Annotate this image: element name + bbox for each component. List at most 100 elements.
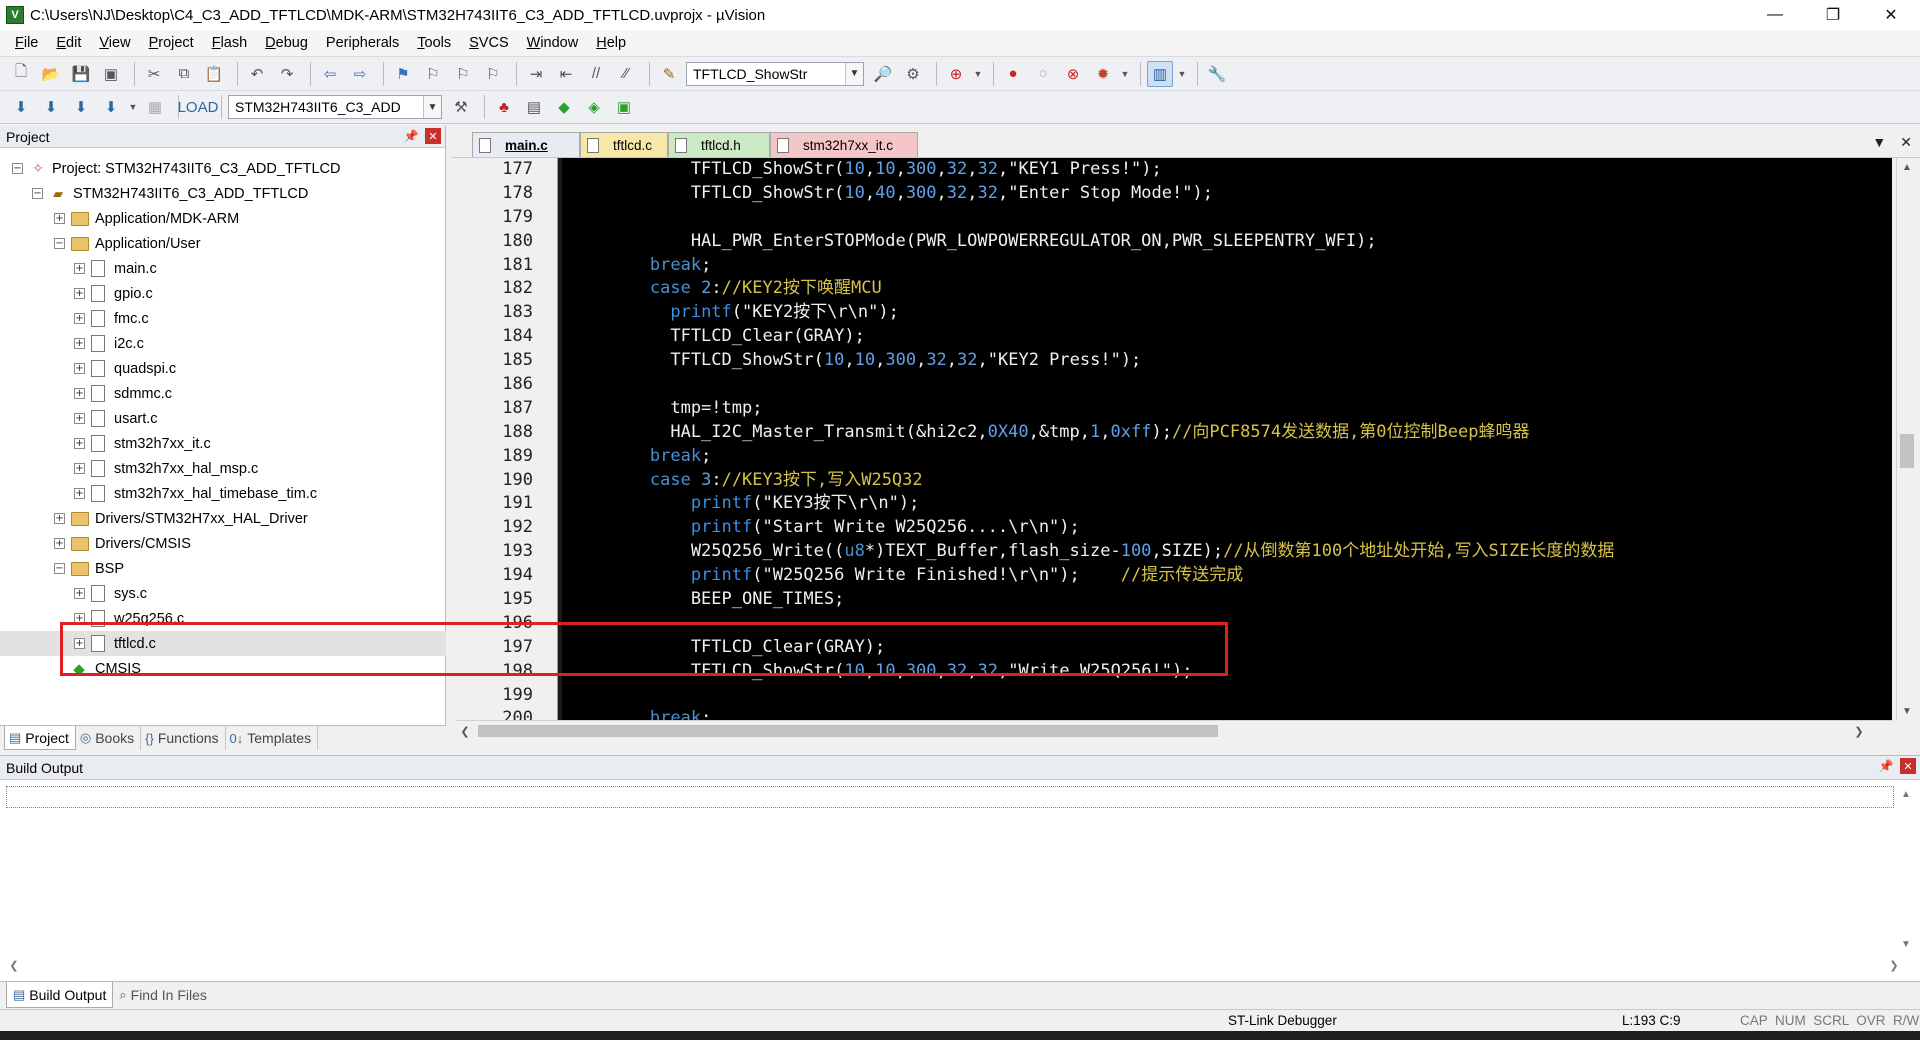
expand-icon[interactable]: + (74, 413, 85, 424)
next-bookmark-icon[interactable]: ⚐ (450, 61, 476, 87)
close-editor-icon[interactable]: ✕ (1900, 134, 1912, 151)
menu-tools[interactable]: Tools (408, 30, 460, 56)
configure-icon[interactable]: 🔧 (1204, 61, 1230, 87)
rebuild-icon[interactable]: ⬇ (68, 94, 94, 120)
maximize-button[interactable]: ❐ (1804, 0, 1862, 30)
batch-build-icon[interactable]: ⬇ (98, 94, 124, 120)
scroll-up-icon[interactable]: ▲ (1897, 158, 1917, 176)
menu-svcs[interactable]: SVCS (460, 30, 518, 56)
minimize-button[interactable]: — (1746, 0, 1804, 30)
expand-icon[interactable]: + (74, 313, 85, 324)
tab-stm32h7xx-it-c[interactable]: stm32h7xx_it.c (770, 132, 918, 157)
close-icon[interactable]: ✕ (1900, 758, 1916, 774)
bookmark-icon[interactable]: ⚑ (390, 61, 416, 87)
cut-icon[interactable]: ✂ (141, 61, 167, 87)
collapse-icon[interactable]: − (54, 563, 65, 574)
menu-peripherals[interactable]: Peripherals (317, 30, 408, 56)
unindent-icon[interactable]: ⇤ (553, 61, 579, 87)
expand-icon[interactable]: + (74, 463, 85, 474)
expand-icon[interactable]: + (74, 638, 85, 649)
chevron-down-icon[interactable]: ▼ (1120, 61, 1130, 87)
expand-icon[interactable]: + (74, 288, 85, 299)
kill-breakpoints-icon[interactable]: ✹ (1090, 61, 1116, 87)
editor-vertical-scrollbar[interactable]: ▲ ▼ (1896, 158, 1916, 720)
target-options-icon[interactable]: ⚒ (448, 94, 474, 120)
scroll-down-icon[interactable]: ▼ (1898, 936, 1914, 952)
tree-item[interactable]: + quadspi.c (0, 356, 446, 381)
select-packs-icon[interactable]: ▤ (521, 94, 547, 120)
menu-file[interactable]: File (6, 30, 47, 56)
tree-item[interactable]: + gpio.c (0, 281, 446, 306)
expand-icon[interactable]: + (74, 263, 85, 274)
expand-icon[interactable]: + (74, 388, 85, 399)
tree-item[interactable]: + w25q256.c (0, 606, 446, 631)
pin-icon[interactable]: 📌 (403, 128, 419, 144)
expand-icon[interactable]: + (74, 588, 85, 599)
download-icon[interactable]: LOAD (178, 94, 219, 120)
undo-icon[interactable]: ↶ (244, 61, 270, 87)
save-all-icon[interactable]: ▣ (98, 61, 124, 87)
window-layout-icon[interactable]: ▥ (1147, 60, 1173, 87)
tab-functions[interactable]: {} Functions (141, 726, 226, 750)
collapse-icon[interactable]: − (12, 163, 23, 174)
find-in-files-icon[interactable]: 🔎 (870, 61, 896, 87)
collapse-icon[interactable]: − (54, 238, 65, 249)
pin-icon[interactable]: 📌 (1878, 758, 1894, 774)
manage-rte-icon[interactable]: ◆ (551, 94, 577, 120)
tree-item[interactable]: − ✧ Project: STM32H743IIT6_C3_ADD_TFTLCD (0, 156, 446, 181)
tree-item[interactable]: + usart.c (0, 406, 446, 431)
close-icon[interactable]: ✕ (425, 128, 441, 144)
tree-item[interactable]: + sdmmc.c (0, 381, 446, 406)
redo-icon[interactable]: ↷ (274, 61, 300, 87)
build-icon[interactable]: ⬇ (38, 94, 64, 120)
menu-view[interactable]: View (90, 30, 139, 56)
chevron-down-icon[interactable]: ▼ (845, 62, 863, 85)
incremental-find-icon[interactable]: ⚙ (900, 61, 926, 87)
menu-window[interactable]: Window (518, 30, 588, 56)
tab-list-dropdown-icon[interactable]: ▼ (1872, 134, 1886, 151)
navigate-forward-icon[interactable]: ⇨ (347, 61, 373, 87)
tree-item[interactable]: + main.c (0, 256, 446, 281)
stop-build-icon[interactable]: ▦ (142, 94, 168, 120)
expand-icon[interactable]: + (74, 363, 85, 374)
chevron-down-icon[interactable]: ▼ (128, 94, 138, 120)
tab-project[interactable]: ▤ Project (4, 726, 76, 750)
tree-item[interactable]: − BSP (0, 556, 446, 581)
manage-project-items-icon[interactable]: ♣ (491, 94, 517, 120)
tree-item[interactable]: + sys.c (0, 581, 446, 606)
editor-horizontal-scrollbar[interactable]: ❮ ❯ (456, 720, 1892, 740)
prev-bookmark-icon[interactable]: ⚐ (420, 61, 446, 87)
tree-item[interactable]: + Drivers/CMSIS (0, 531, 446, 556)
tree-item[interactable]: − ▰ STM32H743IIT6_C3_ADD_TFTLCD (0, 181, 446, 206)
expand-icon[interactable]: + (74, 613, 85, 624)
menu-project[interactable]: Project (140, 30, 203, 56)
tab-build-output[interactable]: ▤ Build Output (6, 982, 114, 1008)
indent-icon[interactable]: ⇥ (523, 61, 549, 87)
expand-icon[interactable]: + (54, 213, 65, 224)
scroll-right-icon[interactable]: ❯ (1886, 956, 1902, 974)
disable-breakpoint-icon[interactable]: ○ (1030, 61, 1056, 87)
uncomment-icon[interactable]: ⁄⁄ (613, 61, 639, 87)
tree-item[interactable]: − Application/User (0, 231, 446, 256)
tree-item[interactable]: + stm32h7xx_it.c (0, 431, 446, 456)
expand-icon[interactable]: + (74, 438, 85, 449)
code-editor[interactable]: 177 178 179 180 181 182 183 184 185 186 187 188 189 1… (456, 158, 1892, 720)
tab-tftlcd-h[interactable]: tftlcd.h (668, 132, 770, 157)
tab-find-in-files[interactable]: ⌕ Find In Files (113, 982, 213, 1008)
tab-tftlcd-c[interactable]: tftlcd.c (580, 132, 668, 157)
tab-books[interactable]: ◎ Books (76, 726, 142, 750)
breakpoint-icon[interactable]: ● (1000, 61, 1026, 87)
expand-icon[interactable]: + (74, 488, 85, 499)
open-file-icon[interactable]: 📂 (38, 61, 64, 87)
debug-session-icon[interactable]: ⊕ (943, 61, 969, 87)
tree-item[interactable]: + stm32h7xx_hal_msp.c (0, 456, 446, 481)
expand-icon[interactable]: + (54, 538, 65, 549)
copy-icon[interactable]: ⧉ (171, 61, 197, 87)
scroll-down-icon[interactable]: ▼ (1897, 702, 1917, 720)
run-time-env-icon[interactable]: ▣ (611, 94, 637, 120)
navigate-back-icon[interactable]: ⇦ (317, 61, 343, 87)
menu-edit[interactable]: Edit (47, 30, 90, 56)
disable-all-breakpoints-icon[interactable]: ⊗ (1060, 61, 1086, 87)
chevron-down-icon[interactable]: ▼ (1177, 61, 1187, 87)
build-output-text[interactable] (6, 786, 1894, 808)
